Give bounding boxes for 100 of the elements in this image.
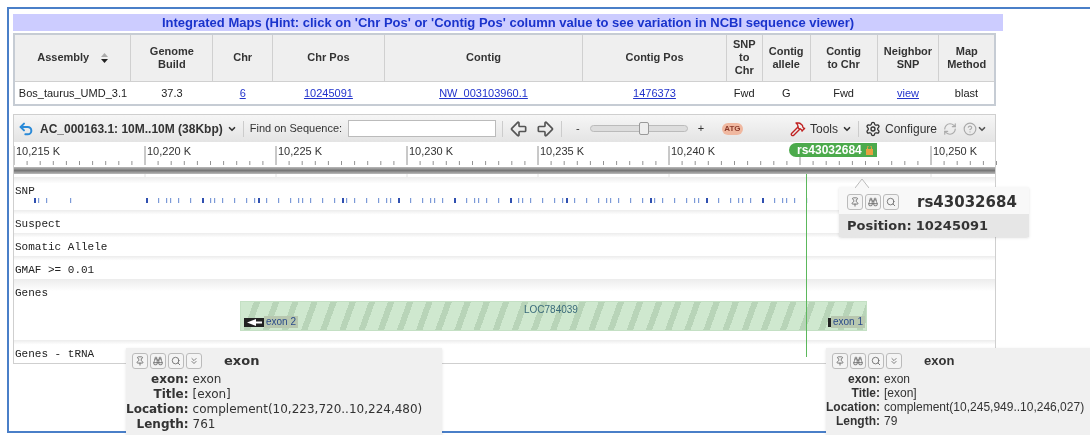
field-label: Title: [152, 386, 189, 402]
field-value: [exon] [884, 385, 918, 400]
field-value: exon [884, 371, 912, 386]
column-header[interactable]: Genome Build [130, 34, 213, 81]
chevrons-down-icon [889, 355, 899, 366]
refresh-icon[interactable] [943, 121, 957, 136]
zoom-out-label[interactable]: - [576, 120, 580, 137]
exon-label[interactable]: exon 2 [264, 316, 299, 328]
tools-button[interactable]: Tools [789, 119, 852, 138]
table-cell: G [762, 81, 811, 105]
sequence-badge[interactable]: ATG [722, 122, 743, 135]
popup-tool-button[interactable] [886, 352, 902, 369]
binoculars-icon [853, 355, 863, 366]
column-header[interactable]: Neighbor SNP [877, 34, 939, 81]
find-label: Find on Sequence: [249, 121, 343, 137]
lock-icon [865, 145, 873, 155]
back-icon [18, 120, 34, 137]
field-value: complement(10,245,949..10,246,027) [884, 399, 1086, 414]
slider-thumb[interactable] [638, 122, 649, 135]
ruler-label: 10,225 K [277, 144, 323, 159]
column-header[interactable]: SNP to Chr [726, 34, 763, 81]
sequence-dropdown[interactable]: AC_000163.1: 10M..10M (38Kbp) [40, 119, 237, 138]
track-label: GMAF >= 0.01 [15, 263, 95, 278]
column-header[interactable]: Chr Pos [272, 34, 385, 81]
exon-label[interactable]: exon 1 [830, 316, 865, 328]
table-link[interactable]: NW_003103960.1 [384, 81, 583, 105]
column-header[interactable]: Contig [384, 34, 583, 81]
field-label: Title: [850, 385, 880, 400]
field-value: complement(10,223,720..10,224,480) [192, 401, 424, 417]
popup-tool-button[interactable] [847, 194, 863, 211]
hammer-icon [789, 120, 806, 137]
column-header[interactable]: Contig allele [762, 34, 811, 81]
pin-icon [850, 197, 860, 208]
popup-tool-button[interactable] [868, 352, 884, 369]
field-value: 79 [884, 413, 898, 428]
track-label: Genes [15, 286, 48, 301]
search-icon [171, 355, 181, 366]
ruler-label: 10,250 K [932, 144, 978, 159]
table-cell: Fwd [810, 81, 877, 105]
field-label: Length: [835, 413, 880, 428]
table-link[interactable]: view [877, 81, 939, 105]
column-header[interactable]: Chr [212, 34, 273, 81]
popup-tool-button[interactable] [186, 352, 202, 369]
section-title: Integrated Maps (Hint: click on 'Chr Pos' or 'Contig Pos' column value to see variation in NCBI sequence viewer) [13, 14, 1003, 31]
popup-tool-button[interactable] [832, 352, 848, 369]
popup-tool-button[interactable] [132, 352, 148, 369]
table-link[interactable]: 1476373 [582, 81, 727, 105]
help-button[interactable] [963, 121, 987, 136]
popup-tool-button[interactable] [850, 352, 866, 369]
popup-tool-button[interactable] [883, 194, 899, 211]
field-label: Length: [135, 416, 189, 432]
table-cell: 37.3 [130, 81, 213, 105]
popup-tool-button[interactable] [150, 352, 166, 369]
search-icon [886, 197, 896, 208]
pin-icon [835, 355, 845, 366]
popup-tool-button[interactable] [865, 194, 881, 211]
field-label: Position: [847, 216, 912, 235]
field-label: exon: [847, 371, 880, 386]
table-cell: Bos_taurus_UMD_3.1 [14, 81, 131, 105]
pin-icon [135, 355, 145, 366]
field-value: 761 [192, 416, 217, 432]
settings-icon [864, 120, 881, 137]
column-header[interactable]: Assembly [14, 34, 131, 81]
track-label: Somatic Allele [15, 240, 108, 255]
help-icon [963, 121, 977, 136]
exon-mark-icon [827, 317, 831, 327]
zoom-slider[interactable] [589, 125, 688, 132]
popup-title: exon [224, 352, 260, 370]
track-label: SNP [15, 184, 35, 199]
binoculars-icon [868, 197, 878, 208]
sort-icon [101, 52, 109, 63]
track-label: Suspect [15, 217, 62, 232]
field-value: 10245091 [915, 216, 989, 235]
ruler-label: 10,230 K [408, 144, 454, 159]
field-label: Location: [826, 399, 880, 414]
field-label: exon: [150, 371, 189, 387]
ruler-label: 10,235 K [539, 144, 585, 159]
chevrons-down-icon [189, 355, 199, 366]
zoom-in-label[interactable]: + [697, 120, 705, 137]
popup-title: exon [924, 352, 955, 370]
table-cell: blast [938, 81, 995, 105]
column-header[interactable]: Contig Pos [582, 34, 727, 81]
arrow-left-icon[interactable] [509, 118, 530, 139]
search-icon [871, 355, 881, 366]
ruler-label: 10,215 K [15, 144, 61, 159]
track-label: Genes - tRNA [15, 347, 95, 362]
binoculars-icon [153, 355, 163, 366]
table-link[interactable]: 6 [212, 81, 273, 105]
gene-bar[interactable]: LOC784039 exon 2 exon 1 [240, 301, 867, 331]
popup-tool-button[interactable] [168, 352, 184, 369]
popup-title: rs43032684 [917, 192, 1017, 213]
table-cell: Fwd [726, 81, 763, 105]
field-label: Location: [126, 401, 189, 417]
table-link[interactable]: 10245091 [272, 81, 385, 105]
column-header[interactable]: Contig to Chr [810, 34, 877, 81]
find-field[interactable] [348, 120, 497, 137]
configure-button[interactable]: Configure [864, 119, 937, 138]
arrow-right-icon[interactable] [535, 118, 556, 139]
ruler-label: 10,220 K [146, 144, 192, 159]
ruler-label: 10,240 K [670, 144, 716, 159]
